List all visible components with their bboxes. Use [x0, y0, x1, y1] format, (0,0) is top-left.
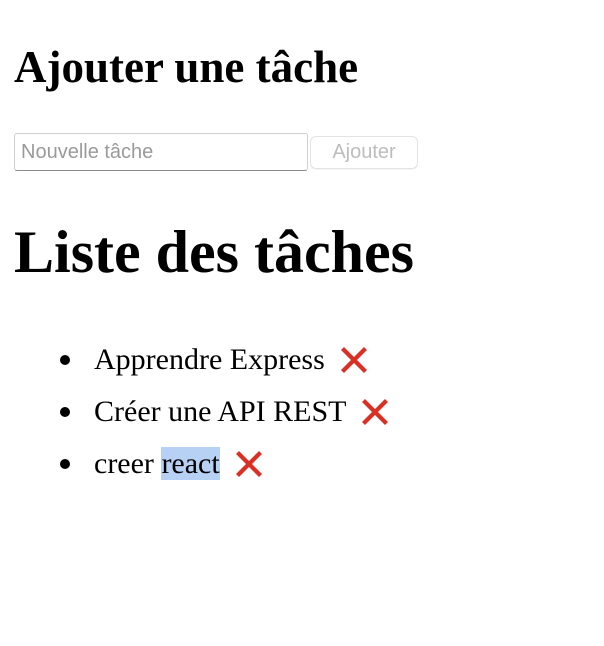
task-text: Créer une API REST — [94, 395, 347, 428]
add-task-form: Ajouter — [14, 132, 418, 172]
delete-cross-icon[interactable] — [229, 444, 269, 484]
new-task-input[interactable] — [14, 133, 308, 171]
cross-mark-icon — [340, 347, 367, 373]
add-task-heading: Ajouter une tâche — [14, 42, 359, 92]
task-text: creer react — [94, 438, 220, 490]
cross-mark-icon — [362, 399, 389, 425]
task-text: Apprendre Express — [94, 343, 325, 376]
task-list: Apprendre Express Créer une API REST cre… — [14, 334, 395, 490]
delete-cross-icon[interactable] — [334, 340, 374, 380]
list-item: creer react — [60, 438, 395, 490]
list-item: Créer une API REST — [60, 386, 395, 438]
selected-text: react — [161, 447, 220, 480]
cross-mark-icon — [235, 451, 262, 477]
add-button[interactable]: Ajouter — [310, 135, 418, 169]
task-text-unselected: creer — [94, 447, 162, 480]
bullet-icon — [60, 355, 70, 365]
list-item: Apprendre Express — [60, 334, 395, 386]
bullet-icon — [60, 459, 70, 469]
delete-cross-icon[interactable] — [355, 392, 395, 432]
task-list-heading: Liste des tâches — [14, 219, 414, 285]
bullet-icon — [60, 407, 70, 417]
